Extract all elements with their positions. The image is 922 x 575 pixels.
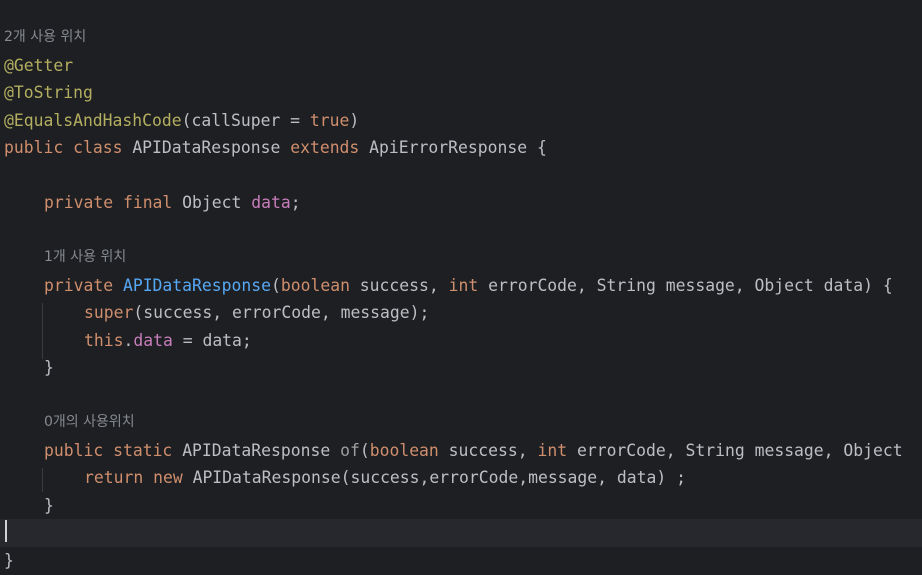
code-text: ) (349, 111, 360, 130)
code-text: ; (290, 193, 301, 212)
code-text: (callSuper = (181, 111, 310, 130)
code-line: super(success, errorCode, message); (0, 299, 922, 327)
text-caret (5, 520, 7, 542)
usage-hint[interactable]: 0개의 사용위치 (0, 409, 922, 437)
code-text: { (536, 138, 547, 157)
keyword: boolean (369, 441, 439, 460)
keyword: int (537, 441, 568, 460)
keyword: final (122, 193, 173, 212)
code-line: private final Object data; (0, 189, 922, 217)
code-text: (success, errorCode, message); (133, 303, 430, 322)
code-editor[interactable]: 2개 사용 위치 @Getter @ToString @EqualsAndHas… (0, 0, 922, 575)
keyword: extends (290, 138, 360, 157)
usage-hint[interactable]: 1개 사용 위치 (0, 244, 922, 272)
code-line: return new APIDataResponse(success,error… (0, 464, 922, 492)
code-line: private APIDataResponse(boolean success,… (0, 272, 922, 300)
field-name: data (251, 193, 291, 212)
code-text: = data; (172, 331, 252, 350)
usage-hint-text: 1개 사용 위치 (44, 249, 127, 265)
superclass-name: ApiErrorResponse (369, 138, 528, 157)
code-line: } (0, 547, 922, 575)
keyword: private (44, 193, 114, 212)
type-name: Object (182, 193, 242, 212)
constructor-name: APIDataResponse (122, 276, 271, 295)
code-line: } (0, 492, 922, 520)
code-line: public static APIDataResponse of(boolean… (0, 437, 922, 465)
code-text: APIDataResponse(success,errorCode,messag… (182, 468, 686, 487)
keyword: true (309, 111, 350, 130)
code-text: } (44, 358, 54, 377)
code-text: errorCode, String message, Object (567, 441, 903, 460)
keyword: public (44, 441, 104, 460)
keyword: new (153, 468, 183, 487)
method-name: of (340, 441, 360, 460)
keyword: boolean (280, 276, 350, 295)
keyword: this (84, 331, 124, 350)
code-text: } (44, 496, 54, 515)
type-name: APIDataResponse (182, 441, 331, 460)
usage-hint-text: 0개의 사용위치 (44, 414, 135, 430)
usage-hint-text: 2개 사용 위치 (4, 29, 87, 45)
annotation: @Getter (4, 56, 74, 75)
code-text: success, (438, 441, 538, 460)
keyword: private (44, 276, 114, 295)
keyword: return (84, 468, 144, 487)
code-line: public class APIDataResponse extends Api… (0, 134, 922, 162)
code-text: . (123, 331, 134, 350)
code-text: ( (270, 276, 281, 295)
keyword: int (448, 276, 479, 295)
annotation: @EqualsAndHashCode (4, 111, 182, 130)
code-line: this.data = data; (0, 327, 922, 355)
code-text: errorCode, String message, Object data) … (478, 276, 893, 295)
keyword: public (4, 138, 64, 157)
code-line: @EqualsAndHashCode(callSuper = true) (0, 107, 922, 135)
code-line: @Getter (0, 52, 922, 80)
usage-hint[interactable]: 2개 사용 위치 (0, 24, 922, 52)
keyword: super (84, 303, 134, 322)
code-text: ( (359, 441, 370, 460)
annotation: @ToString (4, 83, 93, 102)
field-name: data (133, 331, 173, 350)
keyword: class (73, 138, 123, 157)
keyword: static (113, 441, 173, 460)
code-line: @ToString (0, 79, 922, 107)
code-text: } (4, 551, 14, 570)
class-name: APIDataResponse (132, 138, 281, 157)
code-text: success, (349, 276, 449, 295)
current-line[interactable] (0, 519, 922, 547)
code-line: } (0, 354, 922, 382)
